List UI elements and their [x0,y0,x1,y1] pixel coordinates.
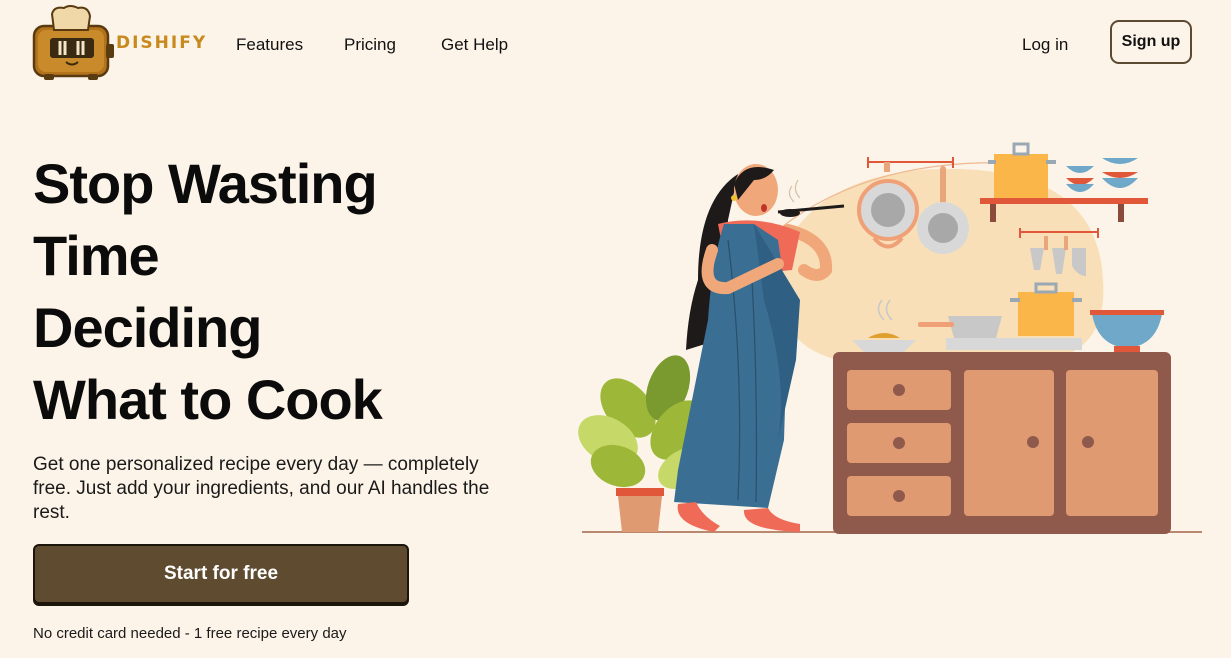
login-link[interactable]: Log in [1022,35,1068,55]
dishify-logo-icon[interactable] [30,4,120,82]
cta-note: No credit card needed - 1 free recipe ev… [33,625,347,642]
hero-title-line: Stop Wasting [33,152,378,215]
signup-button[interactable]: Sign up [1110,20,1192,64]
nav-features-link[interactable]: Features [236,35,303,55]
woman-cooking-kitchen-illustration [578,142,1202,534]
hero-title: Stop Wasting Time Deciding What to Cook [33,148,483,436]
hero-title-line: Time [33,224,160,287]
start-for-free-button[interactable]: Start for free [33,544,409,604]
hero-subtitle: Get one personalized recipe every day — … [33,454,490,523]
nav-pricing-link[interactable]: Pricing [344,35,396,55]
nav-get-help-link[interactable]: Get Help [441,35,508,55]
brand-name[interactable]: DISHIFY [116,33,207,53]
hero-title-line: What to Cook [33,368,383,431]
hero-title-line: Deciding [33,296,262,359]
